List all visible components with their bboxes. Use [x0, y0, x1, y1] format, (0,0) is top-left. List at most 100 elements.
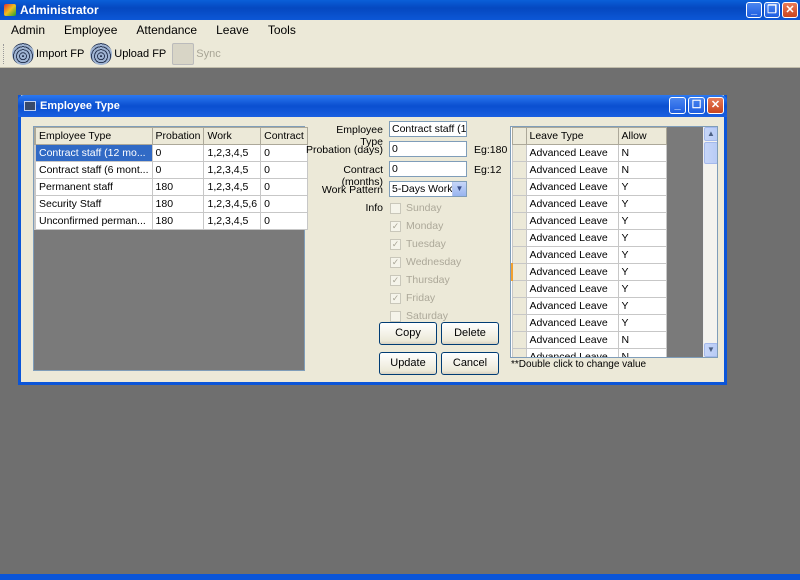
cell-type[interactable]: Unconfirmed perman...: [35, 212, 153, 230]
import-fp-button[interactable]: Import FP: [12, 42, 84, 65]
minimize-icon[interactable]: _: [746, 2, 762, 18]
leave-types-grid[interactable]: Leave Type Allow Advanced Leave N Advance…: [510, 126, 718, 358]
cell-probation[interactable]: 0: [151, 144, 205, 162]
cell-allow[interactable]: Y: [617, 314, 667, 332]
contract-field[interactable]: 0: [389, 161, 467, 177]
table-row[interactable]: Advanced Leave Y: [511, 314, 667, 332]
cell-allow[interactable]: Y: [617, 178, 667, 196]
dialog-minimize-icon[interactable]: _: [669, 97, 686, 114]
table-row[interactable]: Advanced Leave Y: [511, 178, 667, 196]
sync-button[interactable]: Sync: [172, 42, 221, 65]
cell-work[interactable]: 1,2,3,4,5: [203, 178, 262, 196]
close-icon[interactable]: ✕: [782, 2, 798, 18]
toolbar-grip[interactable]: [3, 43, 6, 64]
employee-type-field[interactable]: Contract staff (12 mo: [389, 121, 467, 137]
cell-leave-type[interactable]: Advanced Leave: [525, 144, 619, 162]
cell-allow[interactable]: Y: [617, 195, 667, 213]
cell-leave-type[interactable]: Advanced Leave: [525, 263, 619, 281]
cell-allow[interactable]: Y: [617, 297, 667, 315]
checkbox-checked-icon[interactable]: ✓: [390, 220, 401, 232]
cell-leave-type[interactable]: Advanced Leave: [525, 246, 619, 264]
day-saturday[interactable]: Saturday: [390, 310, 448, 322]
scroll-up-icon[interactable]: ▲: [704, 127, 717, 141]
row-header[interactable]: [511, 331, 527, 349]
cell-allow[interactable]: Y: [617, 229, 667, 247]
table-row[interactable]: Advanced Leave Y: [511, 263, 667, 281]
col-work[interactable]: Work: [203, 127, 262, 145]
table-row[interactable]: Advanced Leave Y: [511, 212, 667, 230]
cell-allow[interactable]: N: [617, 144, 667, 162]
col-contract[interactable]: Contract: [260, 127, 308, 145]
checkbox-checked-icon[interactable]: ✓: [390, 238, 401, 250]
cell-type[interactable]: Security Staff: [35, 195, 153, 213]
checkbox-checked-icon[interactable]: ✓: [390, 292, 401, 304]
cell-leave-type[interactable]: Advanced Leave: [525, 195, 619, 213]
cell-type[interactable]: Contract staff (6 mont...: [35, 161, 153, 179]
cell-type[interactable]: Permanent staff: [35, 178, 153, 196]
menu-admin[interactable]: Admin: [0, 23, 53, 37]
row-header[interactable]: [511, 212, 527, 230]
cell-allow[interactable]: Y: [617, 212, 667, 230]
checkbox-checked-icon[interactable]: ✓: [390, 274, 401, 286]
delete-button[interactable]: Delete: [441, 322, 499, 345]
row-header[interactable]: [511, 144, 527, 162]
checkbox-icon[interactable]: [390, 310, 401, 322]
table-row[interactable]: Contract staff (12 mo... 0 1,2,3,4,5 0: [34, 144, 308, 162]
current-row-indicator[interactable]: [511, 263, 527, 281]
day-wednesday[interactable]: ✓ Wednesday: [390, 256, 461, 268]
day-friday[interactable]: ✓ Friday: [390, 292, 435, 304]
work-pattern-select[interactable]: 5-Days Work ▼: [389, 181, 467, 197]
dialog-close-icon[interactable]: ✕: [707, 97, 724, 114]
checkbox-checked-icon[interactable]: ✓: [390, 256, 401, 268]
table-row[interactable]: Advanced Leave N: [511, 348, 667, 357]
table-row[interactable]: Advanced Leave N: [511, 161, 667, 179]
cell-leave-type[interactable]: Advanced Leave: [525, 178, 619, 196]
cell-probation[interactable]: 180: [151, 195, 205, 213]
employee-types-grid[interactable]: Employee Type Probation Work Contract Co…: [33, 126, 308, 371]
menu-leave[interactable]: Leave: [205, 23, 257, 37]
chevron-down-icon[interactable]: ▼: [452, 182, 466, 196]
cell-work[interactable]: 1,2,3,4,5: [203, 144, 262, 162]
cell-allow[interactable]: Y: [617, 263, 667, 281]
restore-icon[interactable]: ❐: [764, 2, 780, 18]
col-allow[interactable]: Allow: [617, 127, 667, 145]
menu-attendance[interactable]: Attendance: [125, 23, 205, 37]
table-row[interactable]: Advanced Leave Y: [511, 246, 667, 264]
vertical-scrollbar[interactable]: ▲ ▼: [703, 127, 717, 357]
cell-contract[interactable]: 0: [260, 212, 308, 230]
col-leave-type[interactable]: Leave Type: [525, 127, 619, 145]
update-button[interactable]: Update: [379, 352, 437, 375]
menu-employee[interactable]: Employee: [53, 23, 125, 37]
table-row[interactable]: Permanent staff 180 1,2,3,4,5 0: [34, 178, 308, 196]
cell-work[interactable]: 1,2,3,4,5,6: [203, 195, 262, 213]
cancel-button[interactable]: Cancel: [441, 352, 499, 375]
cell-allow[interactable]: Y: [617, 280, 667, 298]
table-row[interactable]: Advanced Leave N: [511, 144, 667, 162]
table-row[interactable]: Advanced Leave Y: [511, 280, 667, 298]
dialog-maximize-icon[interactable]: ☐: [688, 97, 705, 114]
table-row[interactable]: Advanced Leave Y: [511, 195, 667, 213]
cell-leave-type[interactable]: Advanced Leave: [525, 297, 619, 315]
row-header[interactable]: [511, 314, 527, 332]
row-header[interactable]: [511, 161, 527, 179]
row-header[interactable]: [511, 178, 527, 196]
scroll-thumb[interactable]: [704, 142, 717, 164]
row-header[interactable]: [511, 246, 527, 264]
table-row[interactable]: Unconfirmed perman... 180 1,2,3,4,5 0: [34, 212, 308, 230]
cell-leave-type[interactable]: Advanced Leave: [525, 229, 619, 247]
cell-leave-type[interactable]: Advanced Leave: [525, 280, 619, 298]
cell-allow[interactable]: N: [617, 348, 667, 357]
row-header[interactable]: [511, 229, 527, 247]
row-header[interactable]: [511, 195, 527, 213]
cell-allow[interactable]: Y: [617, 246, 667, 264]
cell-work[interactable]: 1,2,3,4,5: [203, 161, 262, 179]
cell-allow[interactable]: N: [617, 331, 667, 349]
cell-probation[interactable]: 0: [151, 161, 205, 179]
cell-allow[interactable]: N: [617, 161, 667, 179]
cell-probation[interactable]: 180: [151, 178, 205, 196]
table-row[interactable]: Advanced Leave N: [511, 331, 667, 349]
cell-leave-type[interactable]: Advanced Leave: [525, 212, 619, 230]
probation-field[interactable]: 0: [389, 141, 467, 157]
checkbox-icon[interactable]: [390, 202, 401, 214]
table-row[interactable]: Contract staff (6 mont... 0 1,2,3,4,5 0: [34, 161, 308, 179]
